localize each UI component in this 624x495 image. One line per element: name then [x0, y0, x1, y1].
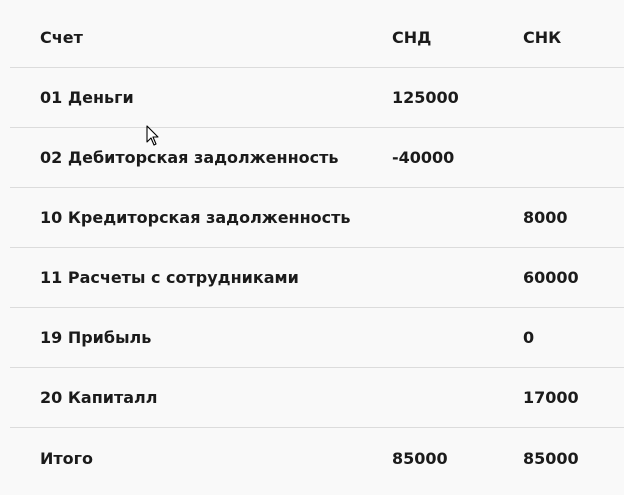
credit-cell: 0: [523, 328, 535, 347]
total-credit: 85000: [523, 448, 579, 468]
credit-cell: 8000: [523, 208, 568, 227]
credit-cell: 17000: [523, 388, 579, 407]
column-header-debit[interactable]: СНД: [392, 8, 431, 67]
table-row[interactable]: 19 Прибыль 0: [10, 308, 624, 368]
column-header-account[interactable]: Счет: [40, 8, 83, 67]
table-total-row: Итого 85000 85000: [10, 428, 624, 488]
table-row[interactable]: 02 Дебиторская задолженность -40000: [10, 128, 624, 188]
total-debit: 85000: [392, 448, 448, 468]
debit-cell: -40000: [392, 148, 455, 167]
account-cell: 20 Капиталл: [40, 388, 158, 407]
account-cell: 01 Деньги: [40, 88, 134, 107]
account-cell: 11 Расчеты с сотрудниками: [40, 268, 299, 287]
table-row[interactable]: 11 Расчеты с сотрудниками 60000: [10, 248, 624, 308]
total-label: Итого: [40, 448, 94, 468]
table-row[interactable]: 01 Деньги 125000: [10, 68, 624, 128]
account-cell: 10 Кредиторская задолженность: [40, 208, 351, 227]
debit-cell: 125000: [392, 88, 459, 107]
table-row[interactable]: 20 Капиталл 17000: [10, 368, 624, 428]
table-row[interactable]: 10 Кредиторская задолженность 8000: [10, 188, 624, 248]
account-cell: 02 Дебиторская задолженность: [40, 148, 339, 167]
balance-table: Счет СНД СНК 01 Деньги 125000 02 Дебитор…: [10, 8, 624, 488]
account-cell: 19 Прибыль: [40, 328, 152, 347]
credit-cell: 60000: [523, 268, 579, 287]
table-header-row: Счет СНД СНК: [10, 8, 624, 68]
column-header-credit[interactable]: СНК: [523, 8, 561, 67]
mouse-pointer-icon: [146, 125, 159, 146]
